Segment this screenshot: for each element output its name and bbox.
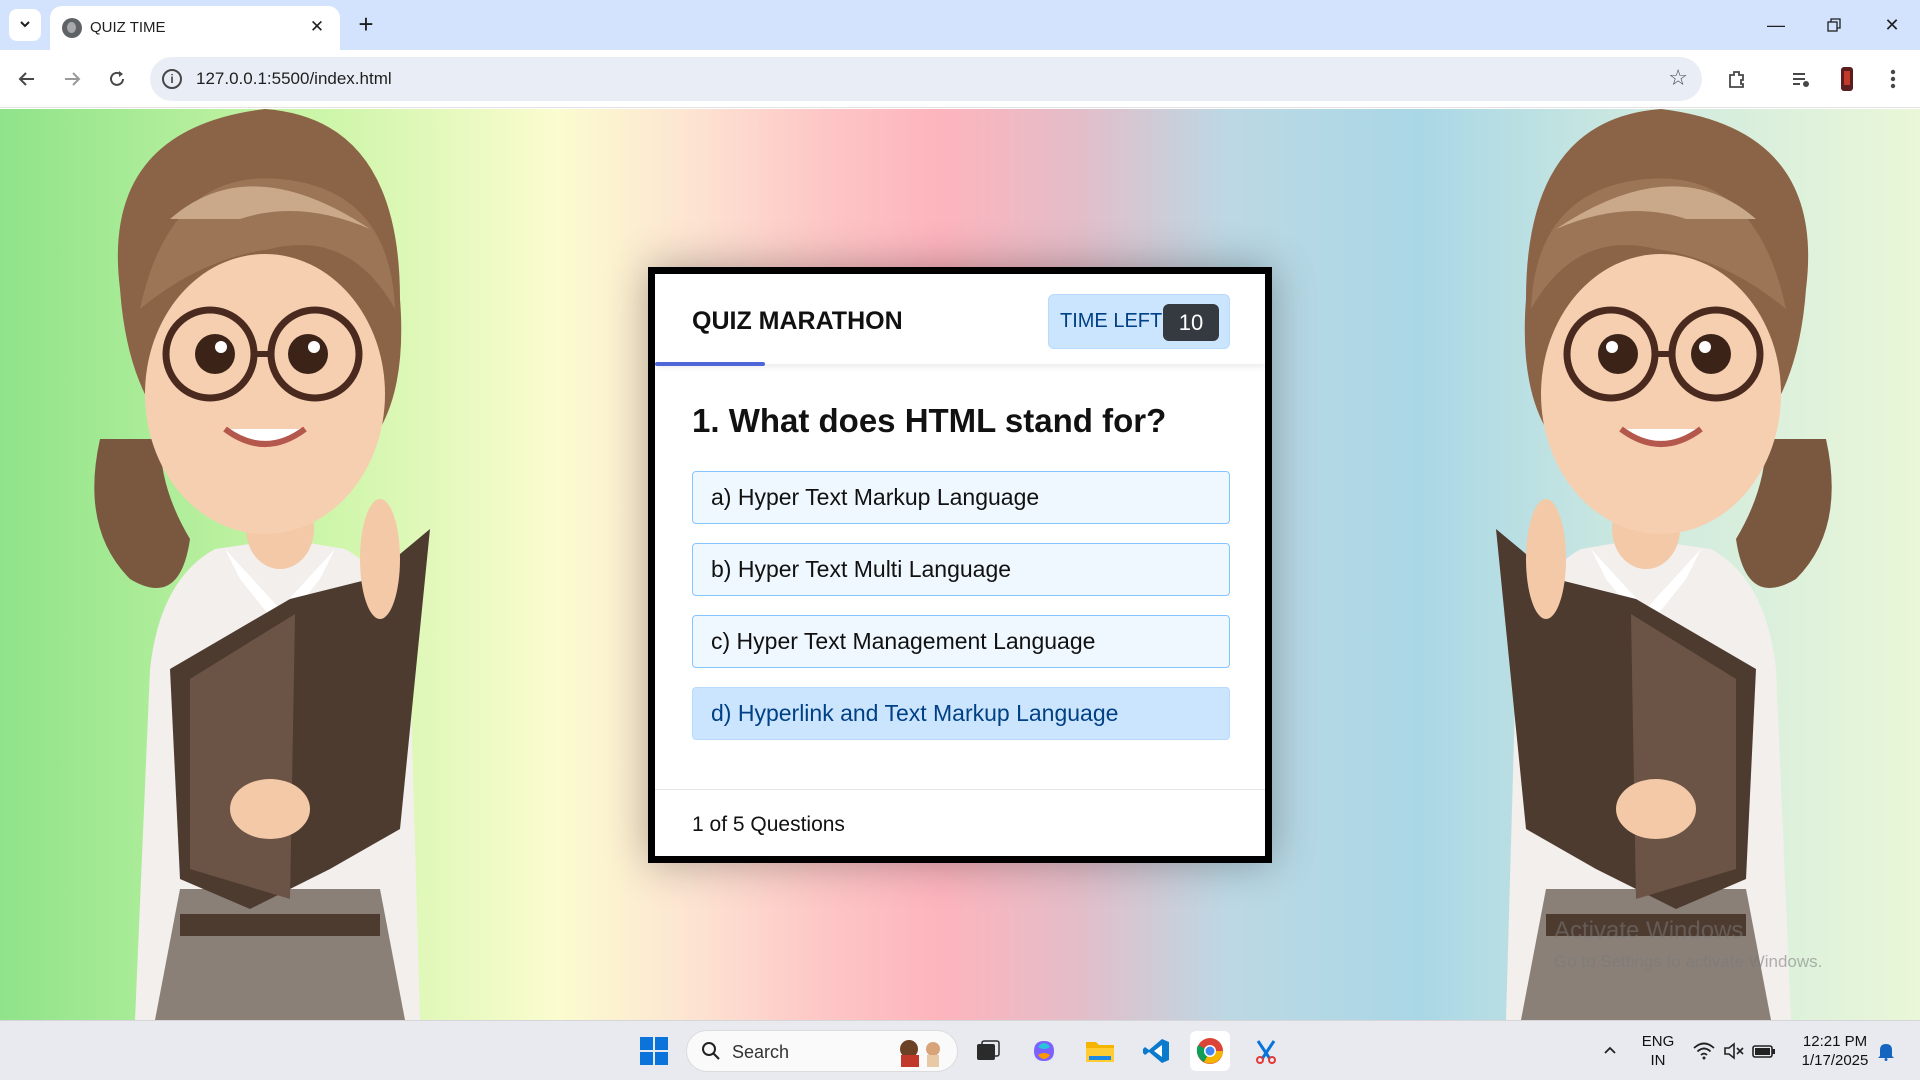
tab-title: QUIZ TIME <box>90 19 166 36</box>
reload-icon[interactable] <box>100 62 134 96</box>
search-icon <box>701 1041 721 1066</box>
extensions-icon[interactable] <box>1720 62 1754 96</box>
quiz-header: QUIZ MARATHON TIME LEFT 10 <box>655 274 1265 364</box>
minimize-button[interactable]: — <box>1748 0 1804 50</box>
quiz-footer: 1 of 5 Questions <box>655 789 1265 856</box>
timer-label: TIME LEFT <box>1060 310 1163 332</box>
taskbar-search-box[interactable]: Search <box>686 1030 958 1072</box>
new-tab-button[interactable]: + <box>352 9 380 39</box>
clock[interactable]: 12:21 PM 1/17/2025 <box>1790 1032 1880 1070</box>
chevron-down-icon <box>18 16 32 35</box>
teacher-illustration-right <box>1456 109 1886 1020</box>
browser-tab-active[interactable]: QUIZ TIME ✕ <box>50 6 340 50</box>
browser-tab-strip: QUIZ TIME ✕ + — ✕ <box>0 0 1920 50</box>
close-window-button[interactable]: ✕ <box>1864 0 1920 50</box>
speaker-muted-icon[interactable] <box>1722 1039 1746 1063</box>
answer-option-b[interactable]: b) Hyper Text Multi Language <box>692 543 1230 596</box>
battery-icon[interactable] <box>1752 1039 1776 1063</box>
teacher-illustration-left <box>40 109 470 1020</box>
search-highlight-image <box>895 1037 947 1067</box>
more-menu-icon[interactable] <box>1876 62 1910 96</box>
file-explorer-icon[interactable] <box>1080 1031 1120 1071</box>
question-text: 1. What does HTML stand for? <box>692 402 1167 439</box>
media-control-icon[interactable] <box>1784 62 1818 96</box>
forward-arrow-icon[interactable] <box>55 62 89 96</box>
answer-option-c[interactable]: c) Hyper Text Management Language <box>692 615 1230 668</box>
globe-icon <box>62 18 82 38</box>
windows-logo-icon <box>640 1037 668 1065</box>
watermark-title: Activate Windows <box>1554 917 1744 944</box>
clock-date: 1/17/2025 <box>1801 1052 1869 1069</box>
watermark-subtitle: Go to Settings to activate Windows. <box>1554 952 1823 971</box>
vscode-icon[interactable] <box>1136 1031 1176 1071</box>
snipping-tool-icon[interactable] <box>1246 1031 1286 1071</box>
back-arrow-icon[interactable] <box>10 62 44 96</box>
quiz-card: QUIZ MARATHON TIME LEFT 10 1. What does … <box>648 267 1272 863</box>
question-counter: 1 of 5 Questions <box>692 813 845 836</box>
timer-box: TIME LEFT 10 <box>1048 294 1230 349</box>
profile-avatar[interactable] <box>1830 62 1864 96</box>
wifi-icon[interactable] <box>1692 1039 1716 1063</box>
browser-toolbar: i 127.0.0.1:5500/index.html ☆ <box>0 50 1920 108</box>
address-bar[interactable]: i 127.0.0.1:5500/index.html ☆ <box>150 57 1702 101</box>
url-text: 127.0.0.1:5500/index.html <box>196 69 392 88</box>
close-tab-icon[interactable]: ✕ <box>306 16 328 38</box>
notification-bell-icon[interactable] <box>1874 1039 1898 1063</box>
search-placeholder: Search <box>732 1042 790 1062</box>
chrome-icon[interactable] <box>1190 1031 1230 1071</box>
region-code: IN <box>1650 1052 1666 1069</box>
windows-taskbar: Search ENG IN 12:21 PM 1/17/2025 <box>0 1020 1920 1080</box>
quiz-title: QUIZ MARATHON <box>692 307 903 335</box>
bookmark-star-icon[interactable]: ☆ <box>1668 66 1688 91</box>
task-view-icon[interactable] <box>968 1031 1008 1071</box>
site-info-icon[interactable]: i <box>162 69 182 89</box>
chevron-up-icon[interactable] <box>1598 1039 1622 1063</box>
clock-time: 12:21 PM <box>1802 1033 1868 1050</box>
restore-button[interactable] <box>1806 0 1862 50</box>
page-background: QUIZ MARATHON TIME LEFT 10 1. What does … <box>0 109 1920 1020</box>
copilot-icon[interactable] <box>1024 1031 1064 1071</box>
language-code: ENG <box>1641 1033 1675 1050</box>
timer-value: 10 <box>1163 304 1219 341</box>
tab-search-button[interactable] <box>9 9 41 41</box>
time-progress-bar <box>655 362 765 366</box>
language-indicator[interactable]: ENG IN <box>1640 1032 1676 1070</box>
answer-options: a) Hyper Text Markup Language b) Hyper T… <box>692 471 1230 759</box>
answer-option-d[interactable]: d) Hyperlink and Text Markup Language <box>692 687 1230 740</box>
answer-option-a[interactable]: a) Hyper Text Markup Language <box>692 471 1230 524</box>
start-button[interactable] <box>634 1031 674 1071</box>
